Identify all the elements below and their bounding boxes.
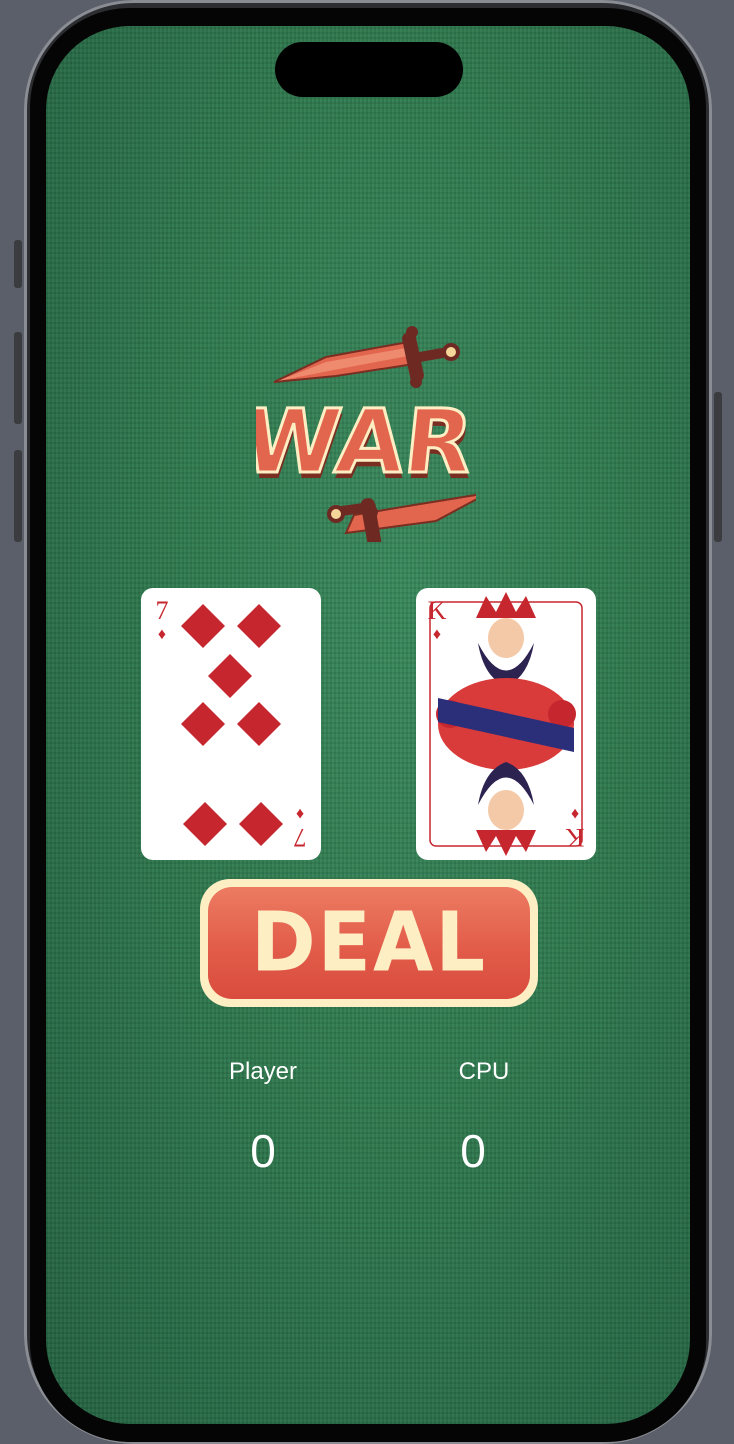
power-button [714, 392, 722, 542]
deal-button-face[interactable]: DEAL [208, 887, 530, 999]
cpu-card: K ♦ K ♦ [416, 588, 596, 860]
sword-icon [327, 492, 489, 548]
svg-text:WAR: WAR [256, 390, 476, 493]
cpu-score-label: CPU [458, 1058, 510, 1085]
card-rank-bottom: 7 [293, 823, 307, 852]
volume-up-button [14, 332, 22, 424]
sword-icon [273, 326, 460, 388]
cpu-score-value: 0 [460, 1125, 486, 1177]
action-button [14, 240, 22, 288]
dynamic-island [275, 42, 463, 97]
player-score-value: 0 [250, 1125, 276, 1177]
diamond-icon: ♦ [295, 805, 305, 822]
war-logo-graphic: WAR WAR [236, 326, 489, 548]
war-lettering: WAR WAR [236, 389, 479, 499]
game-screen: WAR WAR 7 ♦ 7 ♦ K ♦ K ♦ DEAL Player CPU … [46, 26, 690, 1424]
diamond-icon: ♦ [570, 805, 580, 822]
card-rank-top: K [427, 596, 447, 625]
deal-button[interactable]: DEAL [200, 879, 538, 1007]
card-rank-bottom: K [565, 823, 585, 852]
diamond-icon: ♦ [432, 626, 442, 643]
player-score-label: Player [228, 1058, 298, 1085]
volume-down-button [14, 450, 22, 542]
war-logo: WAR WAR [236, 302, 489, 548]
player-card: 7 ♦ 7 ♦ [141, 588, 321, 860]
deal-button-label: DEAL [250, 895, 488, 991]
